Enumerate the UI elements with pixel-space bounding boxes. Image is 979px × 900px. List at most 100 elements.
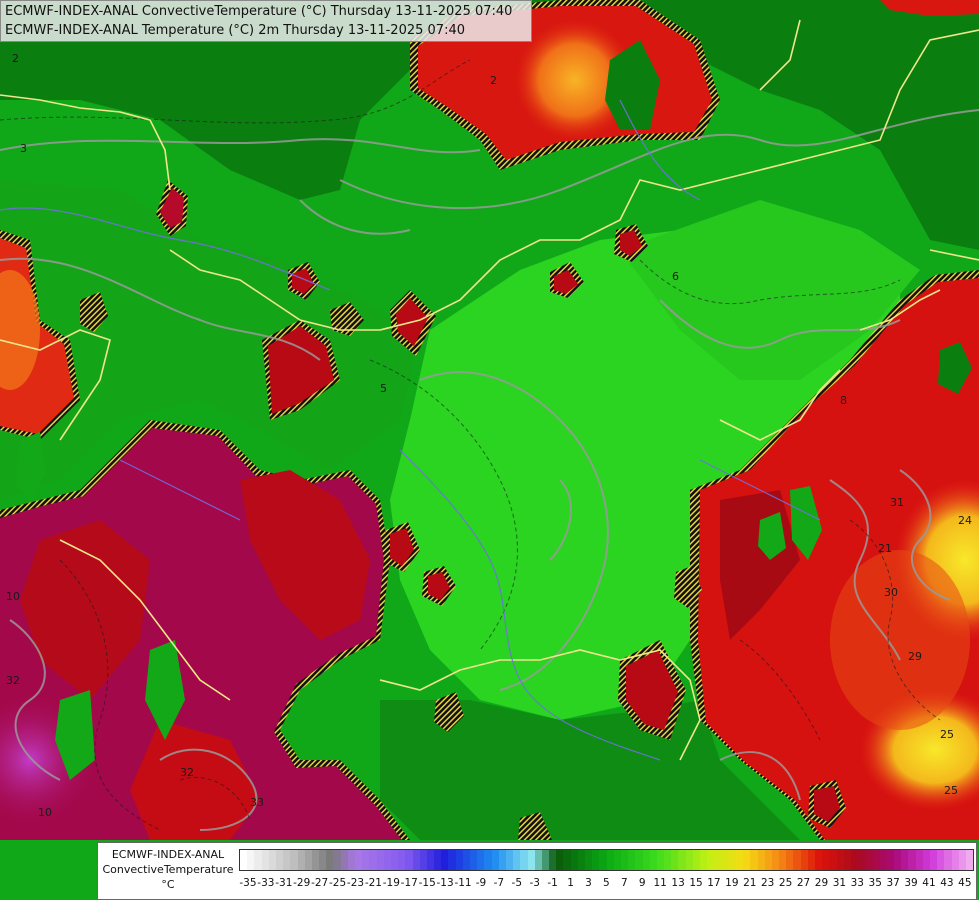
legend-swatch [779, 850, 787, 870]
legend-tick: 17 [707, 877, 721, 889]
legend-tick: 35 [868, 877, 882, 889]
legend-swatch [333, 850, 341, 870]
legend-swatch [728, 850, 736, 870]
legend-swatch [527, 850, 535, 870]
contour-label: 8 [840, 394, 847, 407]
legend-swatch [872, 850, 880, 870]
legend-swatch [937, 850, 945, 870]
legend-swatch [347, 850, 355, 870]
legend-swatch [714, 850, 722, 870]
title-line-convective: ECMWF-INDEX-ANAL ConvectiveTemperature (… [5, 4, 513, 19]
legend-tick: 33 [850, 877, 864, 889]
legend-tick: 5 [603, 877, 610, 889]
legend-swatch [297, 850, 305, 870]
legend-swatch [628, 850, 636, 870]
legend-swatch [613, 850, 621, 870]
legend-swatch [685, 850, 693, 870]
legend-swatch [577, 850, 585, 870]
legend-swatch [635, 850, 643, 870]
legend-label-unit: °C [161, 878, 175, 891]
legend-swatch [383, 850, 391, 870]
legend-tick: -11 [454, 877, 472, 889]
legend-swatch [434, 850, 442, 870]
contour-label: 33 [250, 796, 264, 809]
legend-swatch [750, 850, 758, 870]
legend-swatch [894, 850, 902, 870]
legend-swatch [261, 850, 269, 870]
legend-tick: -3 [529, 877, 540, 889]
legend-tick: 15 [689, 877, 703, 889]
legend-swatch [843, 850, 851, 870]
legend-swatch [585, 850, 593, 870]
legend-swatch [700, 850, 708, 870]
legend-swatch [707, 850, 715, 870]
contour-label: 30 [884, 586, 898, 599]
legend-tick: -27 [311, 877, 329, 889]
legend-swatch [642, 850, 650, 870]
legend-tick: 7 [620, 877, 628, 889]
color-legend: ECMWF-INDEX-ANAL ConvectiveTemperature °… [97, 842, 977, 900]
legend-tick: 1 [567, 877, 574, 889]
legend-swatch [649, 850, 657, 870]
legend-swatch [836, 850, 844, 870]
orange-area-se [830, 550, 970, 730]
legend-tick: 9 [638, 877, 646, 889]
legend-swatch [390, 850, 399, 870]
legend-tick: -21 [364, 877, 382, 889]
legend-label-variable: ConvectiveTemperature [102, 863, 234, 876]
legend-swatch [405, 850, 413, 870]
contour-label: 2 [490, 74, 497, 87]
legend-tick: 39 [904, 877, 918, 889]
legend-swatch [290, 850, 298, 870]
legend-swatch [757, 850, 765, 870]
legend-swatch [369, 850, 377, 870]
legend-label-source: ECMWF-INDEX-ANAL [111, 848, 225, 861]
legend-swatch [743, 850, 751, 870]
contour-label: 6 [672, 270, 679, 283]
legend-swatch [807, 850, 815, 870]
legend-swatch [922, 850, 930, 870]
legend-swatch [419, 850, 427, 870]
contour-label: 2 [12, 52, 19, 65]
legend-swatch [505, 850, 514, 870]
map-title-box: ECMWF-INDEX-ANAL ConvectiveTemperature (… [0, 0, 532, 42]
legend-swatch [901, 850, 909, 870]
legend-tick: -15 [418, 877, 436, 889]
legend-swatch [570, 850, 578, 870]
legend-swatch [599, 850, 607, 870]
legend-tick: -7 [493, 877, 505, 889]
legend-swatch [656, 850, 665, 870]
legend-swatch [692, 850, 700, 870]
legend-swatch [958, 850, 966, 870]
contour-label: 25 [940, 728, 954, 741]
legend-swatch [275, 850, 284, 870]
contour-label: 24 [958, 514, 972, 527]
contour-label: 32 [6, 674, 20, 687]
legend-tick: -29 [293, 877, 311, 889]
legend-tick: -13 [436, 877, 454, 889]
legend-swatch [664, 850, 672, 870]
legend-swatch [455, 850, 463, 870]
legend-tick: -23 [346, 877, 365, 889]
legend-swatch [362, 850, 370, 870]
legend-swatch [340, 850, 348, 870]
legend-swatch [771, 850, 780, 870]
legend-swatch [498, 850, 506, 870]
legend-tick: 43 [940, 877, 954, 889]
legend-tick: 21 [743, 877, 757, 889]
legend-tick: -35 [239, 877, 257, 889]
legend-swatch [247, 850, 255, 870]
legend-swatch [268, 850, 276, 870]
legend-tick: 37 [886, 877, 900, 889]
legend-swatch [462, 850, 470, 870]
legend-swatch [858, 850, 866, 870]
legend-tick: 23 [761, 877, 775, 889]
legend-tick: 31 [832, 877, 847, 889]
legend-swatch [908, 850, 916, 870]
contour-label: 10 [6, 590, 20, 603]
legend-tick: 41 [922, 877, 936, 889]
legend-swatch [254, 850, 262, 870]
legend-swatch [491, 850, 499, 870]
legend-tick: -5 [511, 877, 523, 889]
contour-label: 10 [38, 806, 52, 819]
